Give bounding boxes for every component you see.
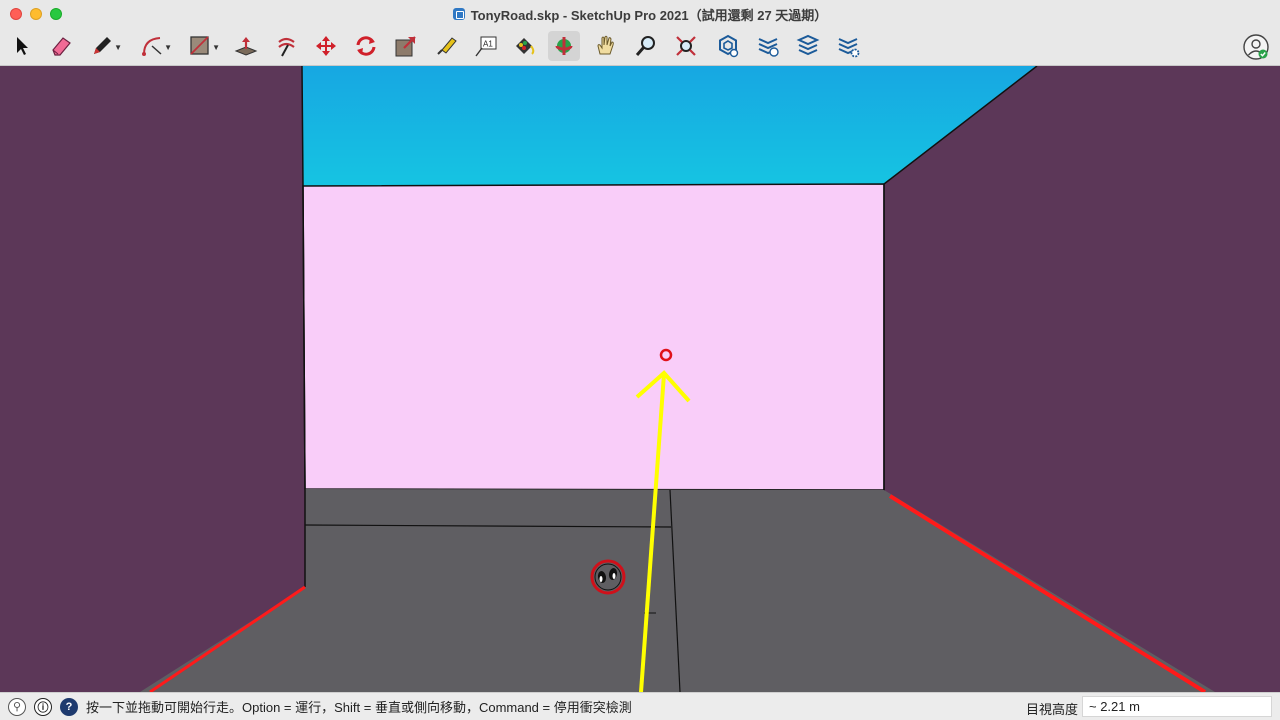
tape-measure-icon <box>437 37 457 55</box>
eye-height-input[interactable]: ~ 2.21 m <box>1082 696 1272 717</box>
zoom-icon <box>635 36 655 56</box>
geolocation-icon[interactable]: ⚲ <box>8 697 26 716</box>
arc-icon <box>142 37 162 56</box>
layout-send-icon <box>796 34 820 56</box>
account-icon <box>1243 34 1269 60</box>
move-tool-button[interactable] <box>310 31 342 61</box>
arc-tool-button[interactable]: ▼ <box>136 31 172 61</box>
walk-cursor-footprints-icon <box>590 559 626 595</box>
extension-warehouse-icon <box>758 38 779 57</box>
status-hint-text: 按一下並拖動可開始行走。Option = 運行，Shift = 垂直或側向移動，… <box>86 700 632 715</box>
zoom-extents-icon <box>676 36 696 56</box>
title-bar: TonyRoad.skp - SketchUp Pro 2021（試用還剩 27… <box>0 0 1280 28</box>
extension-manager-icon <box>838 38 860 58</box>
zoom-extents-tool-button[interactable] <box>670 31 702 61</box>
eye-height-label: 目視高度 <box>1025 702 1078 717</box>
model-viewport[interactable] <box>0 66 1280 692</box>
account-button[interactable] <box>1242 33 1270 61</box>
rotate-icon <box>356 36 376 56</box>
rotate-tool-button[interactable] <box>350 31 382 61</box>
push-pull-tool-button[interactable] <box>230 31 262 61</box>
shape-tool-button[interactable]: ▼ <box>184 31 220 61</box>
status-bar: ⚲ ⓘ ? 按一下並拖動可開始行走。Option = 運行，Shift = 垂直… <box>0 692 1280 720</box>
pan-hand-icon <box>597 35 614 55</box>
zoom-tool-button[interactable] <box>630 31 662 61</box>
scale-tool-button[interactable] <box>390 31 422 61</box>
push-pull-icon <box>234 37 258 56</box>
offset-tool-button[interactable] <box>270 31 302 61</box>
scene-canvas[interactable] <box>0 66 1280 692</box>
tape-measure-tool-button[interactable] <box>430 31 462 61</box>
eraser-icon <box>52 37 71 56</box>
pan-tool-button[interactable] <box>590 31 622 61</box>
svg-text:A1: A1 <box>483 40 493 49</box>
rectangle-shape-icon <box>190 36 209 55</box>
pencil-line-icon <box>94 37 111 54</box>
main-toolbar: ▼ ▼ ▼ A1 <box>0 28 1280 66</box>
maximize-window-button[interactable] <box>50 8 62 20</box>
minimize-window-button[interactable] <box>30 8 42 20</box>
warehouse-icon <box>719 34 739 58</box>
text-icon: A1 <box>475 36 497 57</box>
move-icon <box>316 36 336 56</box>
scale-icon <box>395 36 416 57</box>
3d-warehouse-button[interactable] <box>712 31 744 61</box>
instructor-help-icon[interactable]: ? <box>60 697 78 716</box>
extension-manager-button[interactable] <box>832 31 864 61</box>
sketchup-document-icon <box>452 8 465 20</box>
chevron-down-icon: ▼ <box>114 43 122 52</box>
orbit-tool-button[interactable] <box>548 31 580 61</box>
send-to-layout-button[interactable] <box>792 31 824 61</box>
select-tool-button[interactable] <box>6 31 38 61</box>
line-tool-button[interactable]: ▼ <box>86 31 122 61</box>
credits-info-icon[interactable]: ⓘ <box>34 697 52 716</box>
window-controls <box>10 8 62 20</box>
window-title-wrap: TonyRoad.skp - SketchUp Pro 2021（試用還剩 27… <box>452 5 828 24</box>
orbit-icon <box>555 37 573 55</box>
chevron-down-icon: ▼ <box>164 43 172 52</box>
paint-bucket-tool-button[interactable] <box>508 31 540 61</box>
extension-warehouse-button[interactable] <box>752 31 784 61</box>
chevron-down-icon: ▼ <box>212 43 220 52</box>
text-tool-button[interactable]: A1 <box>470 31 502 61</box>
eraser-tool-button[interactable] <box>45 31 77 61</box>
back-wall <box>302 183 885 491</box>
close-window-button[interactable] <box>10 8 22 20</box>
paint-bucket-icon <box>516 38 535 55</box>
select-icon <box>17 37 28 55</box>
window-title: TonyRoad.skp - SketchUp Pro 2021（試用還剩 27… <box>470 7 828 23</box>
offset-icon <box>278 37 295 57</box>
